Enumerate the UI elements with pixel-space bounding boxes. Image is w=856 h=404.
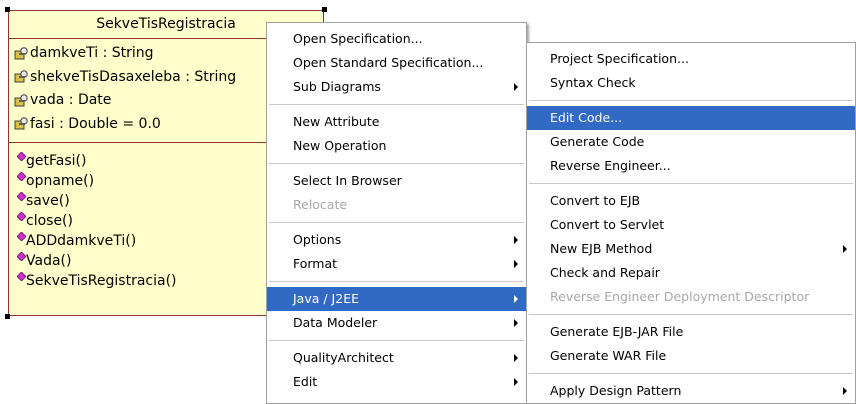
menu-item-project-specification[interactable]: Project Specification... — [527, 47, 855, 71]
menu-item-generate-code[interactable]: Generate Code — [527, 130, 855, 154]
java-j2ee-submenu: Project Specification... Syntax Check Ed… — [526, 42, 856, 404]
operation-label: getFasi() — [26, 153, 87, 169]
menu-item-new-operation[interactable]: New Operation — [267, 134, 526, 158]
menu-item-open-standard-specification[interactable]: Open Standard Specification... — [267, 51, 526, 75]
menu-item-apply-design-pattern[interactable]: Apply Design Pattern — [527, 379, 855, 403]
menu-separator — [269, 281, 524, 282]
menu-separator — [529, 373, 853, 374]
protected-attribute-key-icon — [14, 117, 28, 130]
protected-attribute-key-icon — [14, 94, 28, 107]
public-operation-diamond-icon — [17, 232, 26, 241]
menu-item-generate-ejb-jar-file[interactable]: Generate EJB-JAR File — [527, 320, 855, 344]
menu-item-java-j2ee[interactable]: Java / J2EE — [267, 287, 526, 311]
menu-separator — [529, 183, 853, 184]
operation-label: save() — [26, 193, 70, 209]
menu-separator — [529, 100, 853, 101]
menu-separator — [529, 314, 853, 315]
attribute-label: damkveTi : String — [30, 45, 154, 61]
menu-item-label: QualityArchitect — [293, 350, 394, 365]
menu-item-convert-to-ejb[interactable]: Convert to EJB — [527, 189, 855, 213]
menu-separator — [269, 104, 524, 105]
menu-item-sub-diagrams[interactable]: Sub Diagrams — [267, 75, 526, 99]
menu-item-convert-to-servlet[interactable]: Convert to Servlet — [527, 213, 855, 237]
menu-item-check-and-repair[interactable]: Check and Repair — [527, 261, 855, 285]
menu-item-reverse-engineer[interactable]: Reverse Engineer... — [527, 154, 855, 178]
attribute-label: shekveTisDasaxeleba : String — [30, 68, 237, 85]
submenu-arrow-icon — [843, 245, 847, 253]
menu-item-edit-code[interactable]: Edit Code... — [527, 106, 855, 130]
menu-item-label: Apply Design Pattern — [550, 383, 682, 398]
selection-handle-top-left[interactable] — [5, 7, 10, 12]
public-operation-diamond-icon — [17, 252, 26, 261]
public-operation-diamond-icon — [17, 212, 26, 221]
menu-separator — [269, 222, 524, 223]
menu-item-relocate: Relocate — [293, 197, 348, 212]
operation-label: SekveTisRegistracia() — [26, 273, 177, 289]
menu-item-open-specification[interactable]: Open Specification... — [267, 27, 526, 51]
menu-item-generate-war-file[interactable]: Generate WAR File — [527, 344, 855, 368]
menu-item-label: Java / J2EE — [293, 291, 359, 306]
protected-attribute-key-icon — [14, 70, 28, 83]
attribute-label: fasi : Double = 0.0 — [30, 115, 161, 132]
menu-item-label: Options — [293, 232, 342, 247]
menu-item-label: Sub Diagrams — [293, 79, 381, 94]
submenu-arrow-icon — [514, 295, 518, 303]
submenu-arrow-icon — [514, 319, 518, 327]
submenu-arrow-icon — [514, 354, 518, 362]
attribute-label: vada : Date — [30, 92, 112, 108]
menu-separator — [269, 163, 524, 164]
menu-item-edit[interactable]: Edit — [267, 370, 526, 394]
menu-item-syntax-check[interactable]: Syntax Check — [527, 71, 855, 95]
protected-attribute-key-icon — [14, 47, 28, 60]
menu-item-label: New EJB Method — [550, 241, 653, 256]
public-operation-diamond-icon — [17, 152, 26, 161]
menu-item-select-in-browser[interactable]: Select In Browser — [267, 169, 526, 193]
submenu-arrow-icon — [514, 236, 518, 244]
menu-item-format[interactable]: Format — [267, 252, 526, 276]
selection-handle-top-right[interactable] — [322, 7, 327, 12]
menu-item-reverse-engineer-deployment-descriptor: Reverse Engineer Deployment Descriptor — [550, 289, 810, 304]
menu-item-quality-architect[interactable]: QualityArchitect — [267, 346, 526, 370]
public-operation-diamond-icon — [17, 172, 26, 181]
public-operation-diamond-icon — [17, 192, 26, 201]
public-operation-diamond-icon — [17, 272, 26, 281]
operation-label: close() — [26, 213, 73, 229]
menu-item-label: Format — [293, 256, 338, 271]
submenu-arrow-icon — [514, 83, 518, 91]
menu-item-new-attribute[interactable]: New Attribute — [267, 110, 526, 134]
context-menu: Open Specification... Open Standard Spec… — [266, 22, 527, 404]
submenu-arrow-icon — [514, 260, 518, 268]
menu-item-new-ejb-method[interactable]: New EJB Method — [527, 237, 855, 261]
menu-item-label: Edit — [293, 374, 318, 389]
menu-item-data-modeler[interactable]: Data Modeler — [267, 311, 526, 335]
menu-separator — [269, 340, 524, 341]
submenu-arrow-icon — [843, 387, 847, 395]
submenu-arrow-icon — [514, 378, 518, 386]
operation-label: opname() — [26, 173, 95, 189]
menu-item-label: Data Modeler — [293, 315, 378, 330]
menu-item-options[interactable]: Options — [267, 228, 526, 252]
selection-handle-bottom-left[interactable] — [5, 314, 10, 319]
operation-label: Vada() — [26, 253, 72, 269]
operation-label: ADDdamkveTi() — [26, 233, 137, 249]
